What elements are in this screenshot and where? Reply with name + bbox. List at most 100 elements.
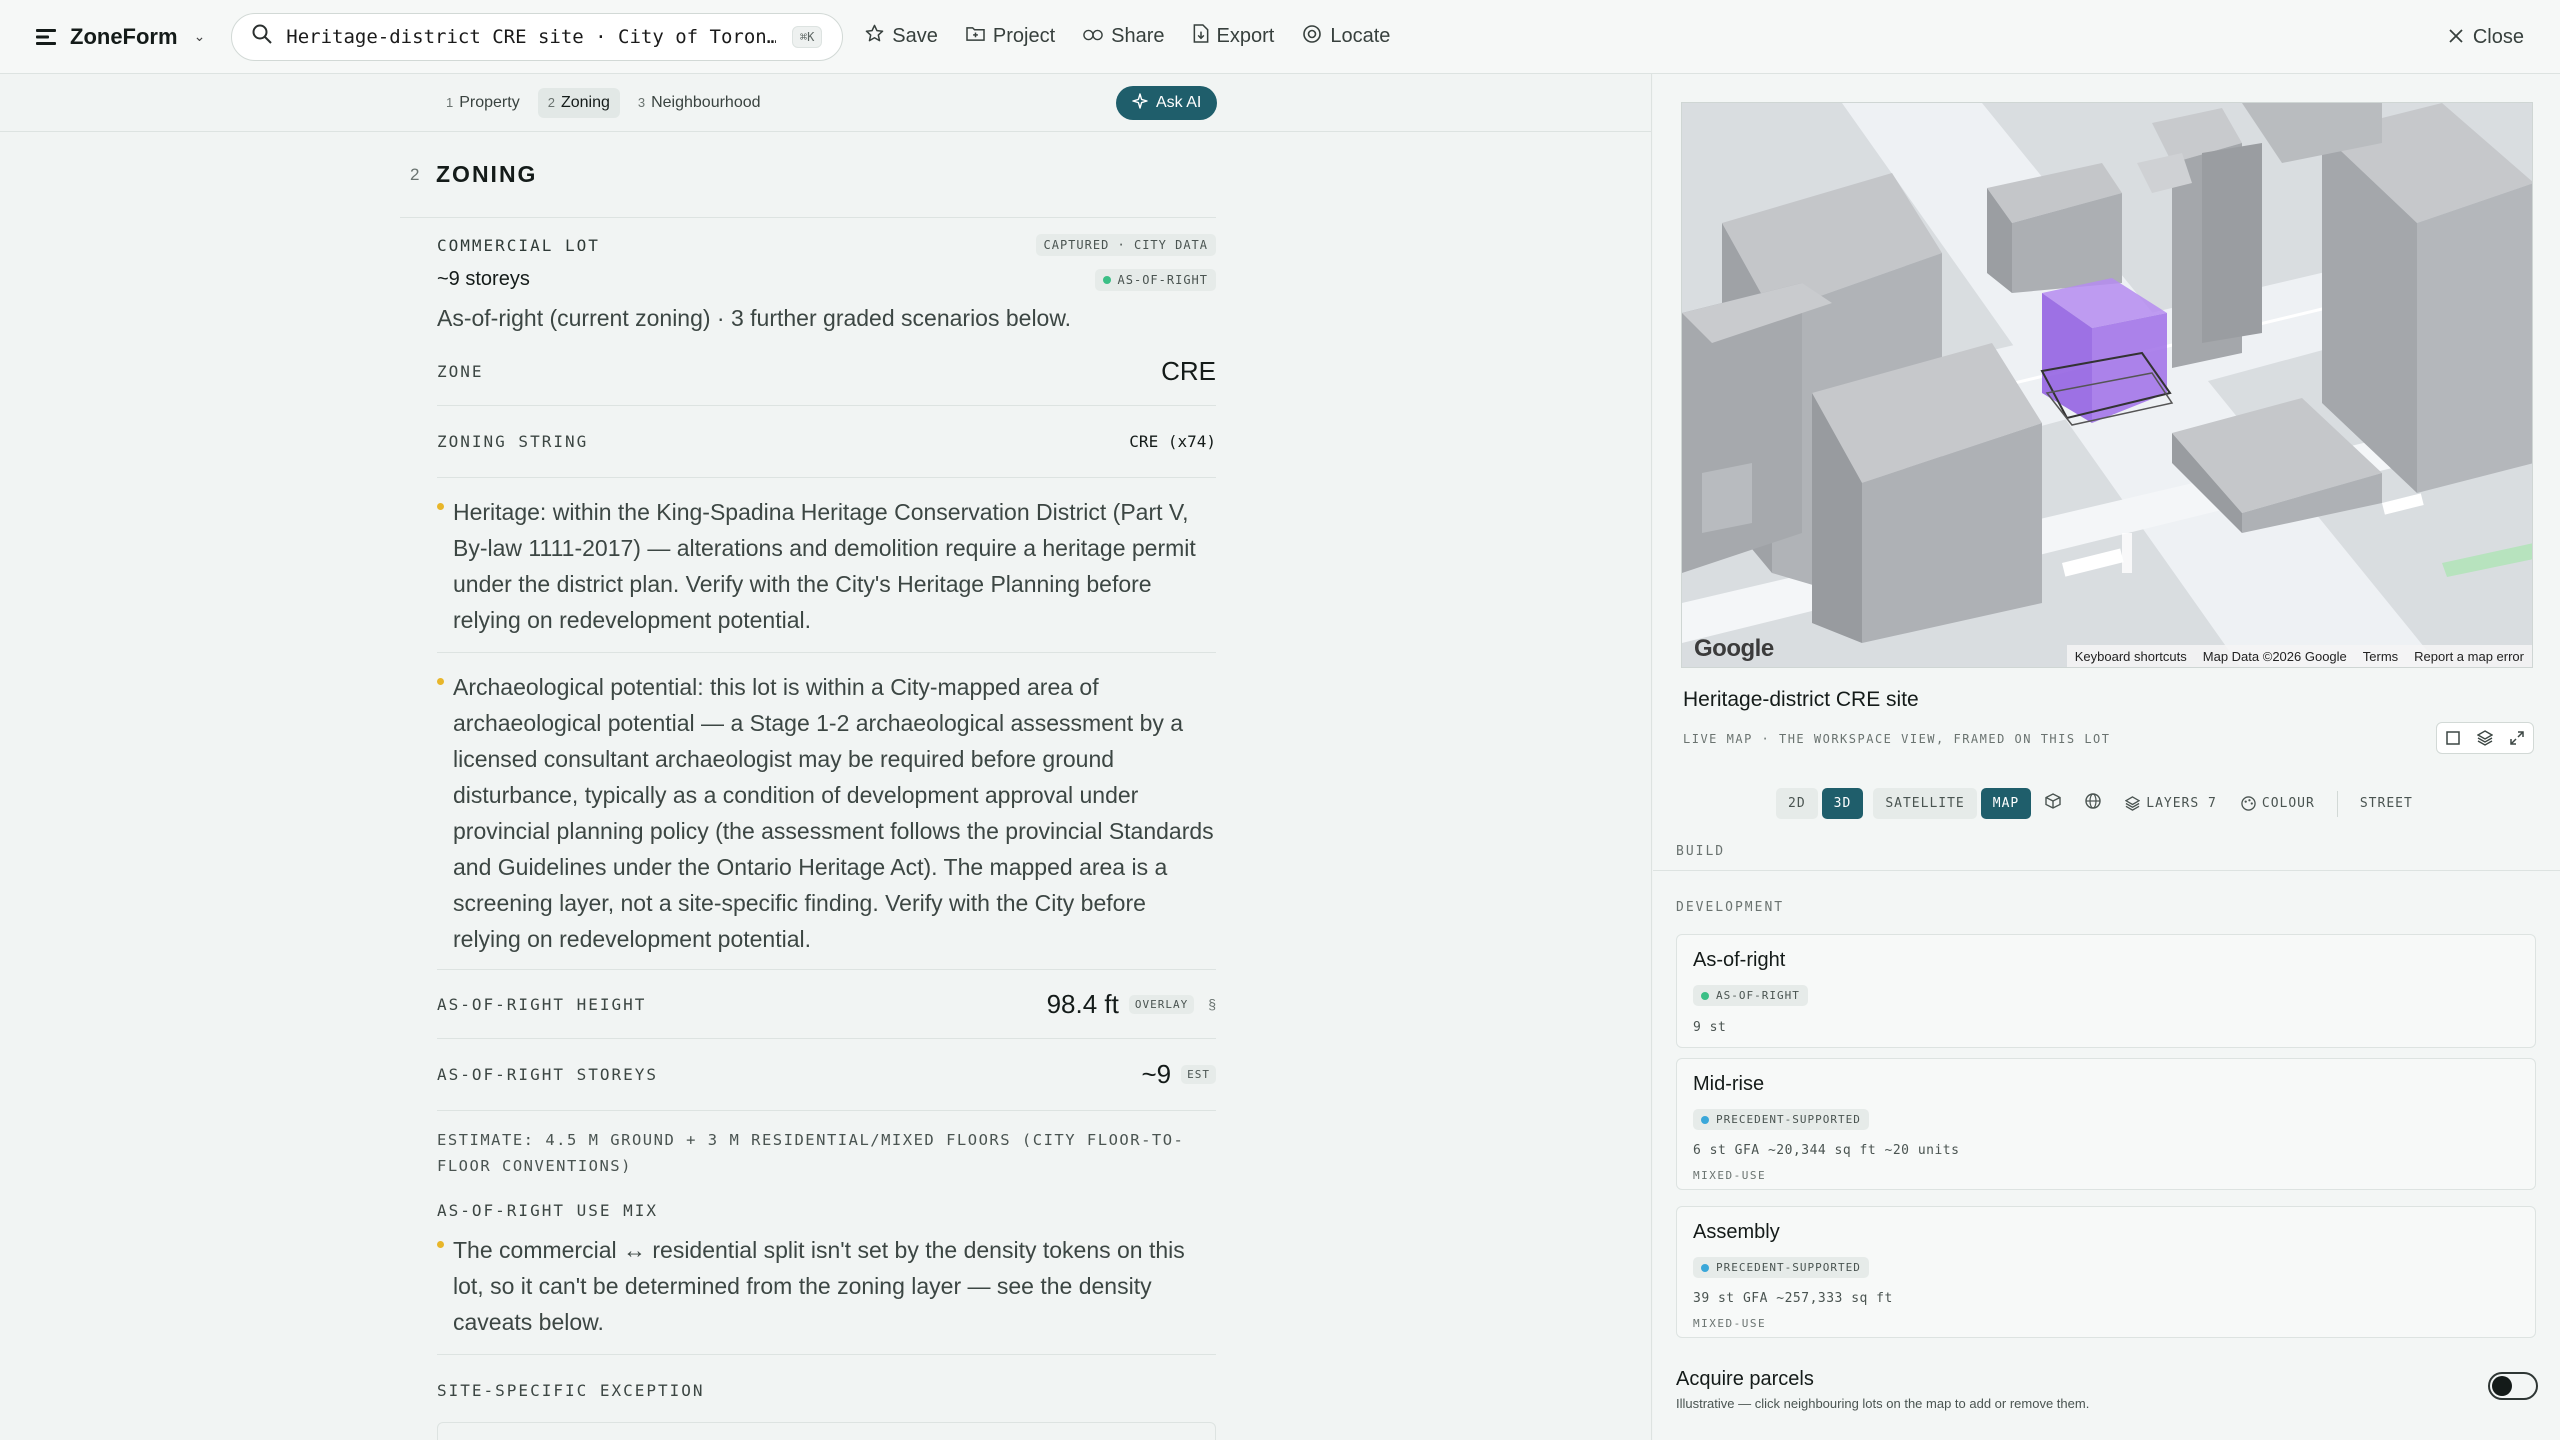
- view-3d-button[interactable]: 3D: [1821, 788, 1864, 819]
- storeys-value: ~9: [1141, 1059, 1172, 1089]
- tab-zoning[interactable]: 2 Zoning: [537, 87, 620, 118]
- acquire-parcels-toggle[interactable]: [2488, 1372, 2538, 1400]
- map-tools: [2436, 722, 2534, 754]
- view-2d-button[interactable]: 2D: [1776, 788, 1818, 819]
- step-number: 1: [446, 94, 454, 110]
- estimate-badge: EST: [1181, 1065, 1216, 1084]
- scenario-card-mid-rise[interactable]: Mid-rise PRECEDENT-SUPPORTED 6 st GFA ~2…: [1676, 1058, 2536, 1190]
- status-dot: [1701, 1263, 1709, 1272]
- menu-icon: [36, 28, 56, 46]
- keyboard-shortcuts-link[interactable]: Keyboard shortcuts: [2075, 649, 2187, 664]
- tab-property[interactable]: 1 Property: [436, 88, 530, 118]
- step-number: 2: [547, 94, 555, 110]
- scenario-title: Assembly: [1693, 1221, 1780, 1243]
- toggle-knob: [2492, 1376, 2512, 1396]
- ask-ai-button[interactable]: Ask AI: [1116, 86, 1218, 120]
- street-button[interactable]: STREET: [2350, 796, 2423, 811]
- storeys-key: AS-OF-RIGHT STOREYS: [437, 1065, 659, 1084]
- square-icon[interactable]: [2437, 723, 2469, 753]
- satellite-button[interactable]: SATELLITE: [1873, 788, 1977, 819]
- locate-button[interactable]: Locate: [1302, 24, 1390, 50]
- star-icon: [865, 24, 884, 49]
- zone-value: CRE: [1161, 356, 1216, 386]
- archaeology-note-text: Archaeological potential: this lot is wi…: [453, 674, 1214, 952]
- use-mix-note: The commercial ↔ residential split isn't…: [437, 1232, 1216, 1340]
- status-dot: [1701, 1115, 1709, 1124]
- section-header: 2 ZONING: [400, 132, 1216, 218]
- save-label: Save: [892, 25, 938, 47]
- file-export-icon: [1193, 24, 1209, 49]
- locate-icon: [1302, 24, 1322, 50]
- 3d-map-view[interactable]: Google Keyboard shortcuts Map Data ©2026…: [1681, 102, 2533, 668]
- scenario-use: MIXED-USE: [1693, 1317, 1767, 1330]
- badge-label: AS-OF-RIGHT: [1716, 989, 1800, 1002]
- scenario-badge: AS-OF-RIGHT: [1693, 985, 1808, 1006]
- export-label: Export: [1216, 25, 1275, 47]
- map-attribution: Keyboard shortcuts Map Data ©2026 Google…: [2066, 645, 2532, 667]
- divider: [2336, 790, 2338, 817]
- project-label: Project: [992, 25, 1056, 47]
- sparkle-icon: [1132, 92, 1148, 114]
- share-button[interactable]: Share: [1083, 25, 1165, 48]
- export-button[interactable]: Export: [1193, 24, 1275, 49]
- link-icon: [1083, 25, 1103, 48]
- palette-icon: [2241, 796, 2256, 811]
- zoning-summary: As-of-right (current zoning) · 3 further…: [437, 305, 1072, 331]
- height-value: 98.4 ft: [1046, 988, 1119, 1019]
- scenario-card-as-of-right[interactable]: As-of-right AS-OF-RIGHT 9 st: [1676, 934, 2536, 1048]
- close-button[interactable]: Close: [2449, 0, 2524, 74]
- source-badge: CAPTURED · CITY DATA: [1035, 234, 1216, 256]
- app-name: ZoneForm: [70, 23, 178, 49]
- project-button[interactable]: Project: [966, 25, 1055, 48]
- locate-label: Locate: [1330, 25, 1391, 47]
- ask-ai-label: Ask AI: [1156, 94, 1202, 111]
- map-button[interactable]: MAP: [1980, 788, 2032, 819]
- acquire-parcels-hint: Illustrative — click neighbouring lots o…: [1676, 1396, 2090, 1411]
- close-label: Close: [2472, 25, 2524, 48]
- map-canvas: [1682, 103, 2532, 667]
- section-number: 2: [410, 164, 420, 184]
- report-error-link[interactable]: Report a map error: [2414, 649, 2524, 664]
- step-label: Zoning: [560, 93, 610, 111]
- layers-icon: [2125, 796, 2141, 811]
- site-title: Heritage-district CRE site: [1683, 688, 1919, 711]
- badge-label: PRECEDENT-SUPPORTED: [1716, 1113, 1861, 1126]
- archaeology-note: Archaeological potential: this lot is wi…: [437, 669, 1216, 957]
- save-button[interactable]: Save: [865, 24, 938, 49]
- step-number: 3: [637, 94, 646, 110]
- map-data-text: Map Data ©2026 Google: [2202, 648, 2347, 664]
- scenario-meta: 39 st GFA ~257,333 sq ft: [1693, 1291, 1893, 1306]
- globe-icon[interactable]: [2075, 793, 2111, 814]
- bylaw-section-link[interactable]: §: [1208, 996, 1216, 1012]
- layers-icon[interactable]: [2469, 723, 2501, 753]
- colour-button[interactable]: COLOUR: [2231, 796, 2325, 811]
- tab-neighbourhood[interactable]: 3 Neighbourhood: [628, 88, 771, 118]
- step-nav: 1 Property 2 Zoning 3 Neighbourhood Ask AI: [0, 74, 1652, 132]
- search-input[interactable]: Heritage-district CRE site · City of Tor…: [231, 12, 844, 61]
- as-of-right-badge: AS-OF-RIGHT: [1094, 268, 1216, 291]
- overlay-badge: OVERLAY: [1128, 994, 1195, 1014]
- top-bar: ZoneForm ⌄ Heritage-district CRE site · …: [0, 0, 2560, 74]
- height-key: AS-OF-RIGHT HEIGHT: [437, 994, 647, 1014]
- scenario-card-assembly[interactable]: Assembly PRECEDENT-SUPPORTED 39 st GFA ~…: [1676, 1206, 2536, 1338]
- storeys-row: AS-OF-RIGHT STOREYS ~9 EST: [437, 1039, 1216, 1111]
- search-shortcut: ⌘K: [791, 25, 823, 48]
- heritage-note: Heritage: within the King-Spadina Herita…: [437, 494, 1216, 638]
- scenario-badge: PRECEDENT-SUPPORTED: [1693, 1257, 1869, 1278]
- layers-label: LAYERS 7: [2146, 796, 2217, 811]
- terms-link[interactable]: Terms: [2363, 649, 2398, 664]
- layers-button[interactable]: LAYERS 7: [2115, 796, 2227, 811]
- storeys-headline: ~9 storeys: [437, 268, 530, 290]
- scenario-meta: 9 st: [1693, 1020, 1727, 1035]
- cube-icon[interactable]: [2035, 793, 2071, 814]
- scenario-title: Mid-rise: [1693, 1073, 1765, 1095]
- expand-icon[interactable]: [2501, 723, 2533, 753]
- app-switcher[interactable]: ZoneForm ⌄: [36, 24, 205, 50]
- step-label: Neighbourhood: [651, 93, 761, 111]
- estimate-note: ESTIMATE: 4.5 M GROUND + 3 M RESIDENTIAL…: [437, 1131, 1185, 1175]
- folder-plus-icon: [966, 25, 985, 48]
- chevron-down-icon: ⌄: [193, 28, 206, 44]
- warning-dot: [437, 503, 444, 510]
- search-query: Heritage-district CRE site · City of Tor…: [286, 25, 777, 48]
- close-icon: [2449, 26, 2463, 49]
